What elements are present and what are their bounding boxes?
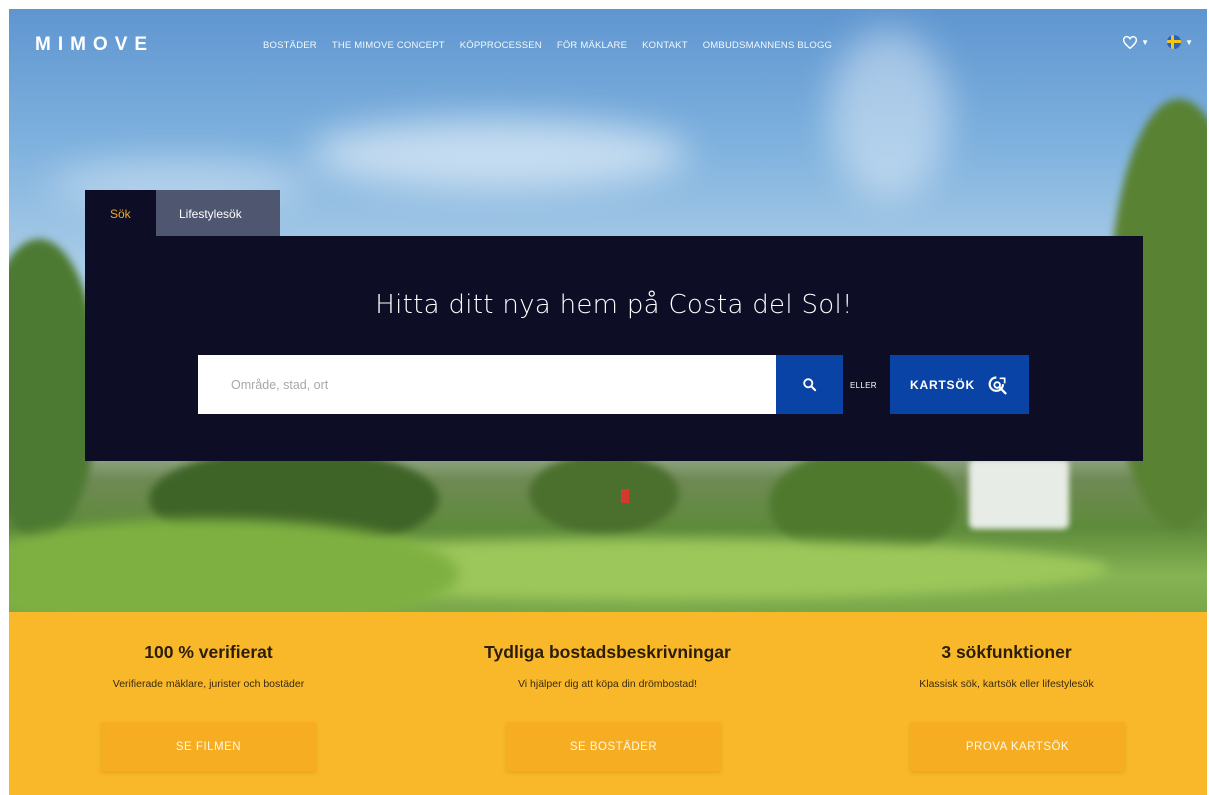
feature-title: 3 sökfunktioner (941, 642, 1072, 662)
nav-link-bostader[interactable]: BOSTÄDER (263, 40, 317, 51)
cloud (309, 119, 689, 189)
language-dropdown[interactable]: ▼ (1167, 35, 1193, 49)
tab-sok[interactable]: Sök (85, 190, 156, 237)
or-label: ELLER (850, 381, 877, 390)
nav-utilities: ▼ ▼ (1123, 35, 1193, 49)
tree-cluster (529, 454, 679, 534)
feature-search-modes: 3 sökfunktioner Klassisk sök, kartsök el… (807, 612, 1206, 795)
feature-title: Tydliga bostadsbeskrivningar (484, 642, 731, 662)
search-button[interactable] (776, 355, 843, 414)
flag-pin (621, 489, 629, 503)
try-map-search-button[interactable]: PROVA KARTSÖK (910, 722, 1125, 771)
feature-title: 100 % verifierat (144, 642, 273, 662)
nav-link-blogg[interactable]: OMBUDSMANNENS BLOGG (703, 40, 832, 51)
logo[interactable]: MIMOVE (35, 34, 154, 56)
nav-links: BOSTÄDER THE MIMOVE CONCEPT KÖPPROCESSEN… (263, 40, 832, 51)
chevron-down-icon: ▼ (1185, 37, 1193, 47)
feature-descriptions: Tydliga bostadsbeskrivningar Vi hjälper … (408, 612, 807, 795)
map-search-label: KARTSÖK (910, 377, 975, 392)
swedish-flag-icon (1167, 35, 1182, 49)
favorites-dropdown[interactable]: ▼ (1123, 35, 1150, 49)
search-tabs: Sök Lifestylesök (85, 190, 280, 237)
map-search-icon (988, 375, 1007, 394)
heart-icon (1123, 35, 1138, 49)
search-icon (803, 378, 817, 392)
page: MIMOVE BOSTÄDER THE MIMOVE CONCEPT KÖPPR… (9, 9, 1207, 795)
search-heading: Hitta ditt nya hem på Costa del Sol! (375, 290, 853, 320)
tab-lifestylesok[interactable]: Lifestylesök (156, 190, 280, 237)
chevron-down-icon: ▼ (1141, 37, 1150, 47)
nav-link-for-maklare[interactable]: FÖR MÄKLARE (557, 40, 627, 51)
feature-subtitle: Klassisk sök, kartsök eller lifestylesök (919, 678, 1094, 690)
map-search-button[interactable]: KARTSÖK (890, 355, 1029, 414)
feature-subtitle: Vi hjälper dig att köpa din drömbostad! (517, 678, 697, 690)
feature-verified: 100 % verifierat Verifierade mäklare, ju… (9, 612, 408, 795)
nav-link-kopprocessen[interactable]: KÖPPROCESSEN (460, 40, 542, 51)
nav-link-concept[interactable]: THE MIMOVE CONCEPT (332, 40, 445, 51)
feature-subtitle: Verifierade mäklare, jurister och bostäd… (112, 678, 305, 690)
top-navigation: MIMOVE BOSTÄDER THE MIMOVE CONCEPT KÖPPR… (9, 9, 1207, 69)
features-section: 100 % verifierat Verifierade mäklare, ju… (9, 612, 1207, 795)
see-homes-button[interactable]: SE BOSTÄDER (506, 722, 721, 771)
villa (969, 459, 1069, 529)
nav-link-kontakt[interactable]: KONTAKT (642, 40, 688, 51)
watch-film-button[interactable]: SE FILMEN (101, 722, 316, 771)
search-panel: Hitta ditt nya hem på Costa del Sol! ELL… (85, 236, 1143, 461)
search-input[interactable] (198, 355, 776, 414)
